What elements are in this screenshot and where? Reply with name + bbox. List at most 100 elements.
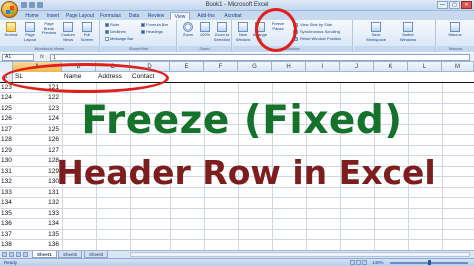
tab-page-layout[interactable]: Page Layout bbox=[64, 12, 96, 20]
column-header-k[interactable]: K bbox=[374, 62, 408, 72]
sheet-tab-1[interactable]: Sheet1 bbox=[32, 251, 57, 258]
formula-bar-checkbox[interactable]: Formula Bar bbox=[141, 22, 168, 27]
zoom-slider-handle[interactable] bbox=[428, 260, 431, 265]
normal-view-button[interactable]: Normal bbox=[2, 22, 20, 46]
tab-add-ins[interactable]: Add-Ins bbox=[194, 12, 218, 20]
sl-cell[interactable]: 121 bbox=[13, 83, 62, 93]
column-header-j[interactable]: J bbox=[340, 62, 374, 72]
header-cell-name[interactable]: Name bbox=[62, 72, 96, 82]
ruler-checkbox[interactable]: Ruler bbox=[105, 22, 120, 27]
page-break-preview-button[interactable]: Page Break Preview bbox=[40, 21, 58, 94]
header-cell-sl[interactable]: SL bbox=[13, 72, 62, 82]
macros-button[interactable]: Macros bbox=[446, 22, 464, 46]
gridline bbox=[238, 82, 239, 92]
select-all-button[interactable] bbox=[0, 62, 13, 72]
gridline bbox=[306, 240, 307, 250]
column-header-g[interactable]: G bbox=[238, 62, 272, 72]
page-layout-view-icon[interactable] bbox=[356, 260, 361, 265]
sheet-tab-3[interactable]: Sheet3 bbox=[84, 251, 109, 258]
view-side-by-side-button[interactable]: View Side by Side bbox=[293, 22, 332, 27]
gridline bbox=[408, 240, 409, 250]
save-workspace-button[interactable]: Save Workspace bbox=[362, 22, 390, 46]
table-row: 123 121 bbox=[0, 82, 474, 93]
zoom-level[interactable]: 140% bbox=[372, 260, 384, 265]
custom-views-button[interactable]: Custom Views bbox=[59, 22, 77, 46]
freeze-panes-label: Freeze Panes bbox=[271, 21, 285, 31]
sl-cell[interactable]: 133 bbox=[13, 209, 62, 219]
column-header-d[interactable]: D bbox=[130, 62, 170, 72]
gridline bbox=[374, 82, 375, 92]
header-cell-address[interactable]: Address bbox=[96, 72, 130, 82]
tab-formulas[interactable]: Formulas bbox=[97, 12, 124, 20]
tab-review[interactable]: Review bbox=[144, 12, 168, 20]
freeze-panes-button[interactable]: Freeze Panes bbox=[269, 21, 287, 94]
column-header-c[interactable]: C bbox=[96, 62, 130, 72]
page-break-view-icon[interactable] bbox=[362, 260, 367, 265]
tab-home[interactable]: Home bbox=[22, 12, 42, 20]
next-sheet-button[interactable] bbox=[16, 252, 21, 257]
gridline bbox=[170, 219, 171, 229]
normal-view-icon[interactable] bbox=[350, 260, 355, 265]
column-header-m[interactable]: M bbox=[442, 62, 474, 72]
formula-input[interactable]: 1 bbox=[50, 54, 470, 61]
tab-view[interactable]: View bbox=[170, 12, 190, 20]
column-header-i[interactable]: I bbox=[306, 62, 340, 72]
full-screen-button[interactable]: Full Screen bbox=[78, 22, 96, 46]
sheet-tab-2[interactable]: Sheet2 bbox=[58, 251, 83, 258]
message-bar-checkbox[interactable]: Message Bar bbox=[105, 36, 134, 41]
office-button[interactable] bbox=[1, 1, 18, 18]
gridlines-checkbox[interactable]: Gridlines bbox=[105, 29, 126, 34]
arrange-all-button[interactable]: Arrange All bbox=[251, 22, 269, 46]
reset-window-position-button[interactable]: Reset Window Position bbox=[293, 36, 341, 41]
column-header-l[interactable]: L bbox=[408, 62, 442, 72]
maximize-button[interactable]: ▢ bbox=[449, 1, 460, 9]
tab-data[interactable]: Data bbox=[125, 12, 143, 20]
sl-cell[interactable]: 136 bbox=[13, 240, 62, 250]
sl-cell[interactable]: 134 bbox=[13, 219, 62, 229]
normal-view-icon bbox=[6, 22, 16, 32]
switch-windows-button[interactable]: Switch Windows bbox=[394, 22, 422, 46]
column-header-e[interactable]: E bbox=[170, 62, 204, 72]
header-cell-contact[interactable]: Contact bbox=[130, 72, 170, 82]
column-header-f[interactable]: F bbox=[204, 62, 238, 72]
new-window-button[interactable]: New Window bbox=[234, 22, 252, 46]
switch-windows-label: Switch Windows bbox=[399, 32, 417, 42]
macros-icon bbox=[450, 22, 460, 32]
first-sheet-button[interactable] bbox=[2, 252, 7, 257]
tab-acrobat[interactable]: Acrobat bbox=[220, 12, 246, 20]
gridline bbox=[96, 208, 97, 218]
fx-icon[interactable]: fx bbox=[40, 54, 44, 60]
gridline bbox=[204, 208, 205, 218]
column-header-b[interactable]: B bbox=[62, 62, 96, 72]
custom-views-icon bbox=[63, 22, 73, 32]
page-layout-view-button[interactable]: Page Layout bbox=[21, 22, 39, 46]
last-sheet-button[interactable] bbox=[23, 252, 28, 257]
office-logo-icon bbox=[6, 6, 14, 14]
zoom-100-button[interactable]: 100% bbox=[196, 22, 214, 46]
minimize-button[interactable]: — bbox=[437, 1, 448, 9]
gridline bbox=[408, 219, 409, 229]
tab-insert[interactable]: Insert bbox=[43, 12, 63, 20]
column-header-h[interactable]: H bbox=[272, 62, 306, 72]
zoom-button[interactable]: Zoom bbox=[179, 22, 197, 46]
gridline bbox=[62, 240, 63, 250]
row-header[interactable]: 1 bbox=[0, 72, 13, 82]
sl-cell[interactable]: 135 bbox=[13, 230, 62, 240]
gridline bbox=[204, 219, 205, 229]
zoom-to-selection-button[interactable]: Zoom to Selection bbox=[213, 22, 231, 46]
column-header-a[interactable]: A bbox=[13, 62, 62, 72]
name-box[interactable]: A1 bbox=[2, 54, 34, 61]
full-screen-label: Full Screen bbox=[80, 32, 94, 42]
gridline bbox=[272, 240, 273, 250]
synchronous-scrolling-button[interactable]: Synchronous Scrolling bbox=[293, 29, 340, 34]
group-label: Workbook Views bbox=[0, 46, 99, 52]
gridline bbox=[442, 82, 443, 92]
macros-label: Macros bbox=[448, 32, 462, 37]
sl-cell[interactable]: 132 bbox=[13, 198, 62, 208]
normal-view-label: Normal bbox=[4, 32, 18, 37]
headings-checkbox[interactable]: Headings bbox=[141, 29, 163, 34]
horizontal-scrollbar[interactable] bbox=[130, 252, 470, 257]
table-row: 135 133 bbox=[0, 208, 474, 219]
prev-sheet-button[interactable] bbox=[9, 252, 14, 257]
close-button[interactable]: ✕ bbox=[461, 1, 472, 9]
